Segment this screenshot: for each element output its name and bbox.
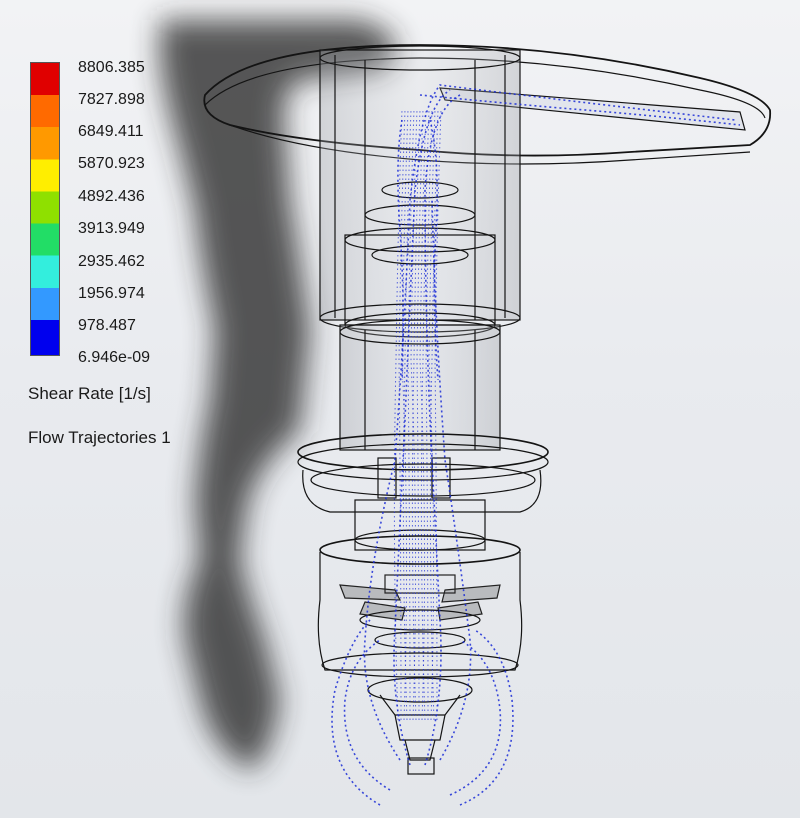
legend-tick-value: 978.487 — [78, 317, 136, 334]
legend-tick-value: 4892.436 — [78, 188, 145, 205]
legend-tick-value: 6.946e-09 — [78, 349, 151, 366]
legend-tick-value: 6849.411 — [78, 123, 144, 140]
legend-tick-value: 8806.385 — [78, 59, 145, 76]
legend-tick-value: 1956.974 — [78, 285, 145, 302]
legend-tick-value: 7827.898 — [78, 91, 145, 108]
shear-rate-legend: 8806.385 7827.898 6849.411 5870.923 4892… — [28, 58, 258, 458]
flow-trajectory-line — [449, 639, 502, 796]
flow-trajectories-label: Flow Trajectories 1 — [28, 428, 171, 447]
legend-tick-value: 3913.949 — [78, 220, 145, 237]
color-scale-bar — [30, 62, 60, 356]
legend-tick-value: 5870.923 — [78, 155, 145, 172]
flow-trajectory-line — [343, 639, 391, 791]
legend-tick-value: 2935.462 — [78, 253, 145, 270]
legend-quantity-label: Shear Rate [1/s] — [28, 384, 151, 403]
